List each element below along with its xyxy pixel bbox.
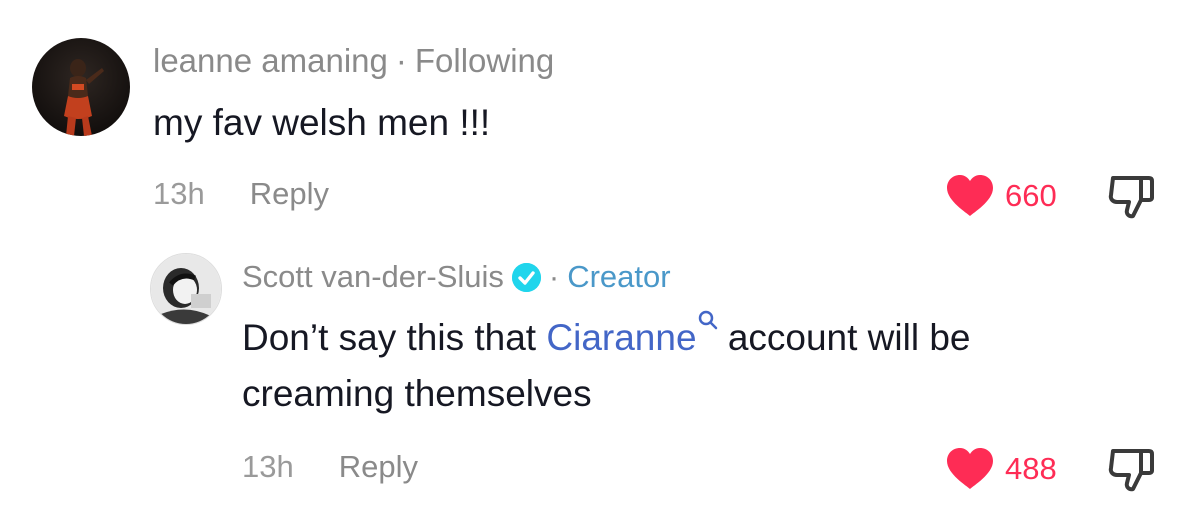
comment-meta: 13h Reply [153, 176, 329, 212]
username[interactable]: leanne amaning [153, 42, 388, 80]
like-count: 488 [1005, 451, 1057, 486]
like-button[interactable]: 488 [945, 447, 1057, 491]
separator-dot: · [548, 259, 560, 294]
timestamp: 13h [153, 176, 205, 211]
search-icon [698, 310, 717, 330]
comment-text-part: Don’t say this that [242, 317, 537, 358]
avatar[interactable] [150, 253, 222, 325]
like-button[interactable]: 660 [945, 174, 1057, 218]
dislike-button[interactable] [1107, 174, 1157, 220]
thumbs-down-icon [1108, 176, 1154, 219]
username[interactable]: Scott van-der-Sluis [242, 259, 504, 295]
comment-text: my fav welsh men !!! [153, 102, 491, 143]
thumbs-down-icon [1108, 449, 1154, 492]
creator-label: Creator [567, 259, 671, 294]
avatar[interactable] [32, 38, 130, 136]
comment-meta: 13h Reply [242, 449, 418, 485]
dislike-button[interactable] [1107, 447, 1157, 493]
comment-text-line2: creaming themselves [242, 373, 592, 414]
separator-dot: · [395, 42, 407, 79]
comment-text: Don’t say this that Ciaranne account wil… [242, 310, 971, 366]
like-count: 660 [1005, 178, 1057, 213]
heart-icon [947, 448, 993, 489]
comment-text-part: account will be [727, 317, 971, 358]
following-label: Following [414, 42, 555, 79]
comment-header: Scott van-der-Sluis · Creator [242, 256, 671, 298]
reply-button[interactable]: Reply [250, 176, 329, 212]
heart-icon [947, 175, 993, 216]
verified-badge-icon [511, 262, 541, 292]
timestamp: 13h [242, 449, 294, 484]
reply-button[interactable]: Reply [339, 449, 418, 485]
comment-header: leanne amaning · Following [153, 40, 554, 82]
mention-link[interactable]: Ciaranne [546, 310, 717, 358]
